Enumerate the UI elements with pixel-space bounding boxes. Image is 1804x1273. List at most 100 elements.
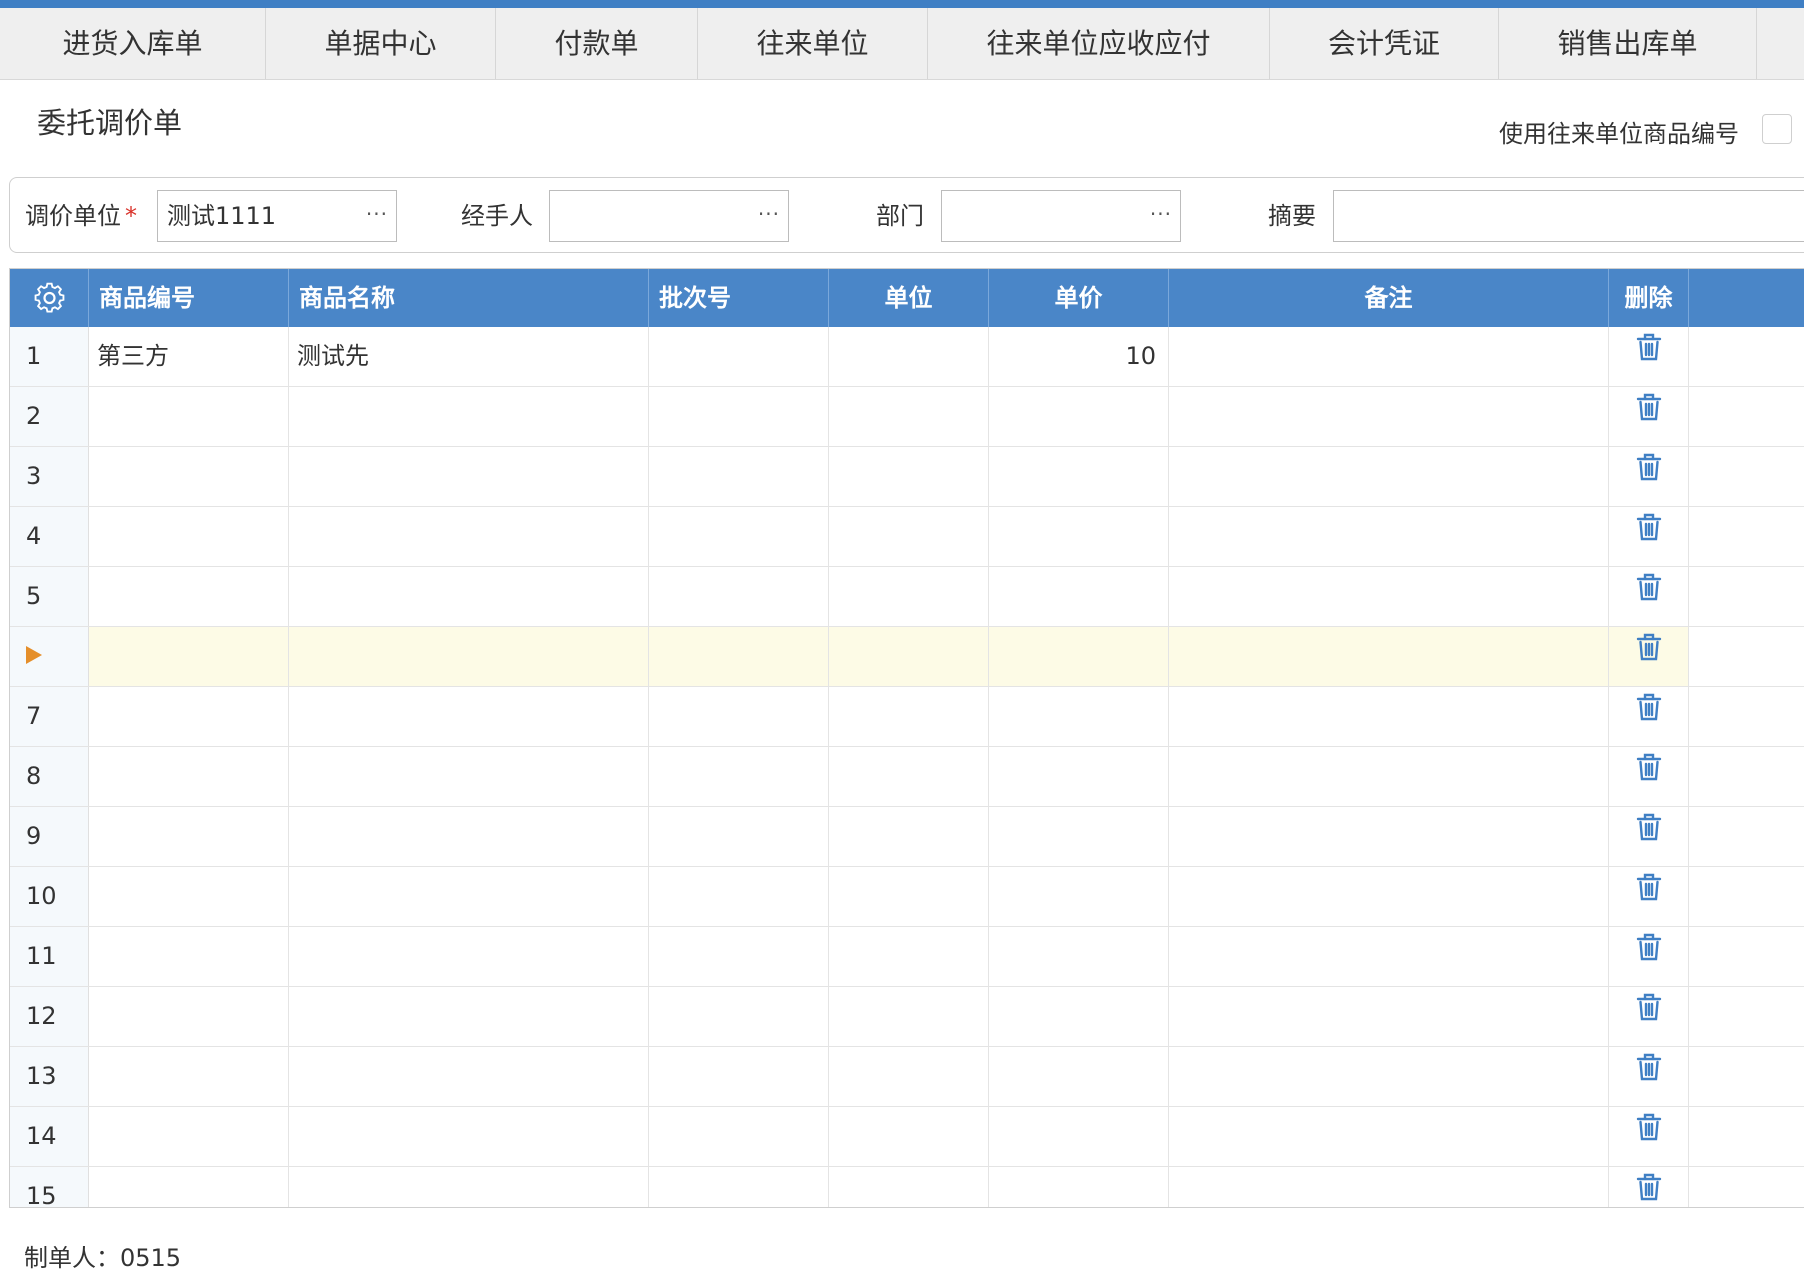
cell-note[interactable] [1169, 747, 1609, 806]
cell-unit[interactable] [829, 807, 989, 866]
cell-code[interactable] [89, 687, 289, 746]
cell-unit[interactable] [829, 1167, 989, 1207]
trash-icon[interactable] [1636, 1165, 1662, 1208]
cell-batch[interactable] [649, 927, 829, 986]
cell-price[interactable] [989, 867, 1169, 926]
cell-code[interactable] [89, 1167, 289, 1207]
tab-document-center[interactable]: 单据中心 [266, 8, 496, 79]
cell-name[interactable] [289, 567, 649, 626]
cell-unit[interactable] [829, 1107, 989, 1166]
cell-price[interactable] [989, 1107, 1169, 1166]
cell-batch[interactable] [649, 747, 829, 806]
cell-price[interactable] [989, 627, 1169, 686]
cell-note[interactable] [1169, 387, 1609, 446]
cell-code[interactable] [89, 987, 289, 1046]
table-row[interactable]: 3 [10, 447, 1804, 507]
cell-name[interactable] [289, 687, 649, 746]
cell-code[interactable] [89, 747, 289, 806]
cell-code[interactable] [89, 1107, 289, 1166]
cell-batch[interactable] [649, 987, 829, 1046]
cell-code[interactable] [89, 447, 289, 506]
cell-batch[interactable] [649, 867, 829, 926]
trash-icon[interactable] [1636, 445, 1662, 504]
cell-note[interactable] [1169, 687, 1609, 746]
cell-note[interactable] [1169, 1047, 1609, 1106]
trash-icon[interactable] [1636, 385, 1662, 444]
col-header-name[interactable]: 商品名称 [289, 269, 649, 327]
cell-code[interactable] [89, 627, 289, 686]
tab-accounting-voucher[interactable]: 会计凭证 [1270, 8, 1499, 79]
cell-batch[interactable] [649, 387, 829, 446]
cell-note[interactable] [1169, 567, 1609, 626]
cell-unit[interactable] [829, 567, 989, 626]
cell-unit[interactable] [829, 507, 989, 566]
cell-name[interactable] [289, 507, 649, 566]
cell-unit[interactable] [829, 1047, 989, 1106]
cell-unit[interactable] [829, 867, 989, 926]
cell-note[interactable] [1169, 327, 1609, 386]
table-row[interactable]: 2 [10, 387, 1804, 447]
cell-batch[interactable] [649, 327, 829, 386]
cell-note[interactable] [1169, 627, 1609, 686]
trash-icon[interactable] [1636, 925, 1662, 984]
table-row[interactable]: 9 [10, 807, 1804, 867]
cell-name[interactable]: 测试先 [289, 327, 649, 386]
dept-input[interactable]: ··· [941, 190, 1181, 242]
ellipsis-icon[interactable]: ··· [758, 191, 780, 241]
trash-icon[interactable] [1636, 565, 1662, 624]
cell-code[interactable] [89, 507, 289, 566]
cell-batch[interactable] [649, 1047, 829, 1106]
table-row[interactable]: 13 [10, 1047, 1804, 1107]
cell-code[interactable]: 第三方 [89, 327, 289, 386]
trash-icon[interactable] [1636, 745, 1662, 804]
table-row[interactable]: 1 第三方 测试先 10 [10, 327, 1804, 387]
cell-unit[interactable] [829, 747, 989, 806]
cell-batch[interactable] [649, 1167, 829, 1207]
cell-code[interactable] [89, 927, 289, 986]
cell-unit[interactable] [829, 327, 989, 386]
cell-price[interactable] [989, 447, 1169, 506]
cell-price[interactable] [989, 567, 1169, 626]
cell-name[interactable] [289, 627, 649, 686]
cell-note[interactable] [1169, 1167, 1609, 1207]
ellipsis-icon[interactable]: ··· [366, 191, 388, 241]
cell-note[interactable] [1169, 987, 1609, 1046]
cell-batch[interactable] [649, 507, 829, 566]
trash-icon[interactable] [1636, 1045, 1662, 1104]
cell-batch[interactable] [649, 627, 829, 686]
cell-price[interactable] [989, 987, 1169, 1046]
col-header-delete[interactable]: 删除 [1609, 269, 1689, 327]
use-partner-code-checkbox[interactable] [1762, 114, 1792, 144]
cell-price[interactable] [989, 387, 1169, 446]
cell-code[interactable] [89, 567, 289, 626]
col-header-price[interactable]: 单价 [989, 269, 1169, 327]
cell-name[interactable] [289, 1107, 649, 1166]
cell-note[interactable] [1169, 1107, 1609, 1166]
tab-partners[interactable]: 往来单位 [698, 8, 928, 79]
handler-input[interactable]: ··· [549, 190, 789, 242]
cell-batch[interactable] [649, 1107, 829, 1166]
cell-code[interactable] [89, 1047, 289, 1106]
table-row[interactable]: 12 [10, 987, 1804, 1047]
cell-name[interactable] [289, 867, 649, 926]
cell-price[interactable] [989, 927, 1169, 986]
trash-icon[interactable] [1636, 865, 1662, 924]
table-row[interactable] [10, 627, 1804, 687]
cell-note[interactable] [1169, 807, 1609, 866]
cell-name[interactable] [289, 807, 649, 866]
cell-code[interactable] [89, 387, 289, 446]
cell-note[interactable] [1169, 447, 1609, 506]
cell-unit[interactable] [829, 387, 989, 446]
summary-input[interactable] [1333, 190, 1804, 242]
cell-price[interactable] [989, 1047, 1169, 1106]
gear-icon[interactable] [10, 269, 89, 327]
col-header-batch[interactable]: 批次号 [649, 269, 829, 327]
trash-icon[interactable] [1636, 685, 1662, 744]
cell-note[interactable] [1169, 507, 1609, 566]
trash-icon[interactable] [1636, 505, 1662, 564]
cell-unit[interactable] [829, 447, 989, 506]
table-row[interactable]: 11 [10, 927, 1804, 987]
unit-input[interactable]: 测试1111 ··· [157, 190, 397, 242]
trash-icon[interactable] [1636, 805, 1662, 864]
cell-name[interactable] [289, 1167, 649, 1207]
